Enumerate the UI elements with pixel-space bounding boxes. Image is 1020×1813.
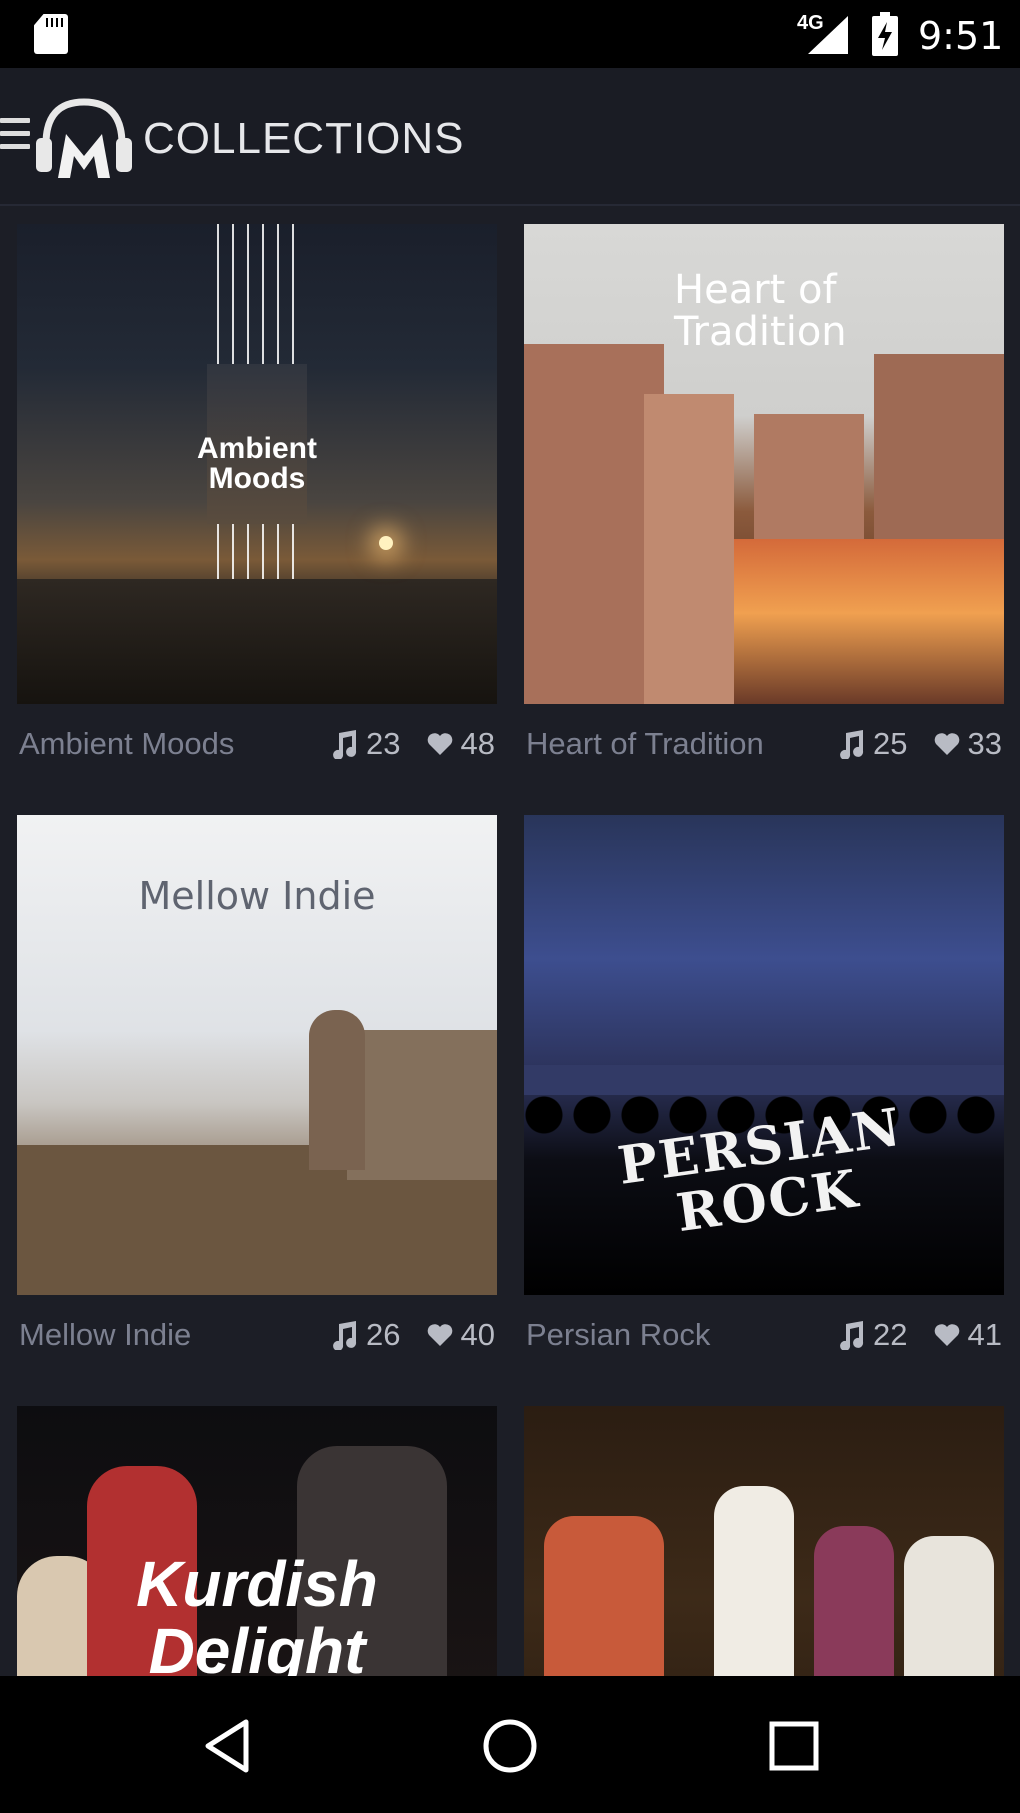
collection-cover[interactable]: Mellow Indie bbox=[17, 815, 497, 1295]
collection-card-mellow-indie[interactable]: Mellow Indie Mellow Indie 26 40 bbox=[17, 815, 497, 1391]
collection-name[interactable]: Ambient Moods bbox=[19, 726, 234, 762]
collection-card-ambient-moods[interactable]: Ambient Moods Ambient Moods 23 48 bbox=[17, 224, 497, 800]
menu-icon[interactable] bbox=[0, 118, 30, 158]
collection-cover[interactable]: PERSIAN ROCK bbox=[524, 815, 1004, 1295]
heart-icon bbox=[934, 733, 959, 755]
cover-title: Heart of Tradition bbox=[674, 267, 847, 355]
app-bar: COLLECTIONS bbox=[0, 68, 1020, 206]
heart-icon bbox=[427, 733, 452, 755]
track-count: 23 bbox=[366, 726, 401, 761]
cover-title: Mellow Indie bbox=[138, 874, 376, 918]
clock: 9:51 bbox=[918, 14, 1004, 58]
signal-icon bbox=[808, 16, 848, 54]
like-count: 48 bbox=[460, 726, 495, 761]
like-count: 41 bbox=[967, 1317, 1002, 1352]
collection-stats: 23 48 bbox=[330, 726, 495, 762]
music-note-icon bbox=[840, 730, 864, 759]
sd-card-icon bbox=[34, 14, 68, 54]
collection-stats: 26 40 bbox=[330, 1317, 495, 1353]
heart-icon bbox=[427, 1324, 452, 1346]
like-count: 33 bbox=[967, 726, 1002, 761]
recents-icon[interactable] bbox=[762, 1714, 826, 1778]
track-count: 26 bbox=[366, 1317, 401, 1352]
back-icon[interactable] bbox=[196, 1714, 260, 1778]
cover-title: Kurdish Delight bbox=[136, 1548, 378, 1676]
app-logo-icon[interactable] bbox=[34, 94, 134, 182]
music-note-icon bbox=[333, 730, 357, 759]
music-note-icon bbox=[840, 1321, 864, 1350]
collection-name[interactable]: Heart of Tradition bbox=[526, 726, 764, 762]
collection-cover[interactable]: Kurdish Delight bbox=[17, 1406, 497, 1676]
cover-title: Ambient Moods bbox=[197, 432, 317, 495]
page-title: COLLECTIONS bbox=[143, 114, 465, 163]
collection-cover[interactable]: Ambient Moods bbox=[17, 224, 497, 704]
collection-card-heart-of-tradition[interactable]: Heart of Tradition Heart of Tradition 25… bbox=[524, 224, 1004, 800]
battery-charging-icon bbox=[872, 12, 898, 56]
track-count: 22 bbox=[873, 1317, 908, 1352]
music-note-icon bbox=[333, 1321, 357, 1350]
collection-name[interactable]: Persian Rock bbox=[526, 1317, 710, 1353]
collection-card-dance[interactable] bbox=[524, 1406, 1004, 1676]
heart-icon bbox=[934, 1324, 959, 1346]
collection-name[interactable]: Mellow Indie bbox=[19, 1317, 191, 1353]
status-bar: 4G 9:51 bbox=[0, 0, 1020, 68]
collections-grid: Ambient Moods Ambient Moods 23 48 Heart … bbox=[0, 206, 1020, 1676]
like-count: 40 bbox=[460, 1317, 495, 1352]
home-icon[interactable] bbox=[478, 1714, 542, 1778]
collection-cover[interactable] bbox=[524, 1406, 1004, 1676]
collection-card-kurdish-delight[interactable]: Kurdish Delight bbox=[17, 1406, 497, 1676]
collection-stats: 22 41 bbox=[837, 1317, 1002, 1353]
system-nav-bar bbox=[0, 1676, 1020, 1813]
collection-card-persian-rock[interactable]: PERSIAN ROCK Persian Rock 22 41 bbox=[524, 815, 1004, 1391]
collection-cover[interactable]: Heart of Tradition bbox=[524, 224, 1004, 704]
collection-stats: 25 33 bbox=[837, 726, 1002, 762]
track-count: 25 bbox=[873, 726, 908, 761]
